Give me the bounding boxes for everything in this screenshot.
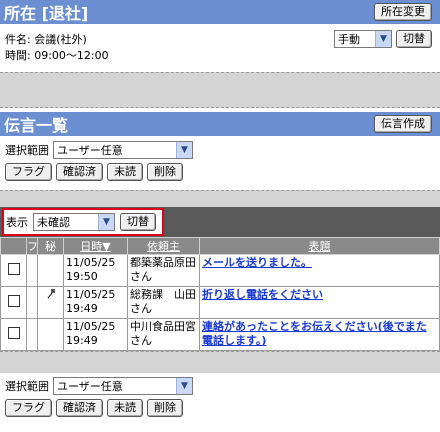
filter-highlight: 表示 未確認 ▼ 切替: [2, 208, 164, 236]
requester-column-header[interactable]: 依頼主: [127, 237, 200, 255]
table-row: 11/05/25 19:49 総務課 山田さん 折り返し電話をください: [0, 286, 440, 319]
row-requester-cell: 中川食品田宮さん: [127, 318, 200, 351]
bottom-confirmed-button[interactable]: 確認済: [56, 399, 103, 417]
filter-select-value: 未確認: [37, 216, 70, 229]
subject-label: 件名:: [5, 33, 31, 46]
requester-column-label: 依頼主: [147, 240, 180, 253]
mode-controls: 手動 ▼ 切替: [334, 30, 432, 48]
row-time: 19:49: [66, 334, 98, 347]
row-date-cell: 11/05/25 19:49: [63, 318, 128, 351]
delete-button[interactable]: 削除: [147, 163, 183, 181]
table-header: フ 秘 日時▼ 依頼主 表題: [0, 237, 440, 255]
subject-value: 会議(社外): [34, 33, 87, 46]
range-label: 選択範囲: [5, 144, 49, 157]
messages-actions: 選択範囲 ユーザー任意 ▼ フラグ 確認済 未読 削除: [0, 136, 440, 190]
row-requester-cell: 都築薬品原田さん: [127, 254, 200, 287]
change-status-button[interactable]: 所在変更: [374, 3, 432, 21]
chevron-down-icon: ▼: [176, 378, 192, 394]
bottom-range-row: 選択範囲 ユーザー任意 ▼: [5, 377, 435, 395]
chevron-down-icon: ▼: [176, 142, 192, 158]
row-checkbox[interactable]: [7, 327, 20, 339]
messages-header: 伝言一覧 伝言作成: [0, 112, 440, 136]
bottom-delete-button[interactable]: 削除: [147, 399, 183, 417]
chevron-down-icon: ▼: [98, 214, 114, 230]
row-date: 11/05/25: [66, 256, 116, 269]
table-row: 11/05/25 19:50 都築薬品原田さん メールを送りました。: [0, 254, 440, 287]
bottom-action-buttons: フラグ 確認済 未読 削除: [5, 399, 435, 417]
time-value: 09:00～12:00: [34, 49, 109, 62]
row-secret-cell: [37, 286, 64, 319]
filter-select[interactable]: 未確認 ▼: [33, 213, 115, 231]
pin-icon: [47, 289, 55, 299]
select-column-header: [0, 237, 27, 255]
bottom-unread-button[interactable]: 未読: [107, 399, 143, 417]
row-subject-cell: メールを送りました。: [199, 254, 440, 287]
row-date: 11/05/25: [66, 320, 116, 333]
row-subject-link[interactable]: メールを送りました。: [202, 256, 312, 269]
row-checkbox[interactable]: [7, 263, 20, 275]
filter-label: 表示: [6, 216, 28, 229]
row-flag-cell: [26, 254, 38, 287]
confirmed-button[interactable]: 確認済: [56, 163, 103, 181]
row-time: 19:50: [66, 270, 98, 283]
row-flag-cell: [26, 318, 38, 351]
row-subject-cell: 連絡があったことをお伝えください(後でまた 電話します。): [199, 318, 440, 351]
range-select[interactable]: ユーザー任意 ▼: [53, 141, 193, 159]
table-row: 11/05/25 19:49 中川食品田宮さん 連絡があったことをお伝えください(…: [0, 318, 440, 351]
row-secret-cell: [37, 254, 64, 287]
filter-bar: 表示 未確認 ▼ 切替: [0, 207, 440, 237]
separator: [0, 351, 440, 373]
row-requester-cell: 総務課 山田さん: [127, 286, 200, 319]
row-subject-link[interactable]: 折り返し電話をください: [202, 288, 323, 301]
row-date-cell: 11/05/25 19:49: [63, 286, 128, 319]
messages-title: 伝言一覧: [4, 116, 69, 135]
row-select-cell: [0, 286, 27, 319]
separator: [0, 72, 440, 108]
status-title: 所在 [退社]: [4, 4, 89, 23]
unread-button[interactable]: 未読: [107, 163, 143, 181]
subject-column-label: 表題: [308, 240, 331, 253]
time-label: 時間:: [5, 49, 31, 62]
chevron-down-icon: ▼: [375, 31, 391, 47]
message-table: フ 秘 日時▼ 依頼主 表題 11/05/25 19:50 都築薬品原田さん メー…: [0, 237, 440, 351]
flag-column-header[interactable]: フ: [26, 237, 38, 255]
separator: [0, 190, 440, 207]
row-select-cell: [0, 254, 27, 287]
create-message-button[interactable]: 伝言作成: [374, 115, 432, 133]
row-secret-cell: [37, 318, 64, 351]
flag-button[interactable]: フラグ: [5, 163, 52, 181]
status-panel: 件名: 会議(社外) 時間: 09:00～12:00 手動 ▼ 切替: [0, 24, 440, 72]
row-date: 11/05/25: [66, 288, 116, 301]
date-column-label: 日時▼: [80, 240, 111, 253]
row-checkbox[interactable]: [7, 295, 20, 307]
row-subject-link[interactable]: 連絡があったことをお伝えください(後でまた 電話します。): [202, 320, 427, 347]
filter-switch-button[interactable]: 切替: [120, 213, 156, 231]
bottom-range-select-value: ユーザー任意: [57, 380, 123, 393]
bottom-range-select[interactable]: ユーザー任意 ▼: [53, 377, 193, 395]
bottom-flag-button[interactable]: フラグ: [5, 399, 52, 417]
row-select-cell: [0, 318, 27, 351]
row-subject-cell: 折り返し電話をください: [199, 286, 440, 319]
row-date-cell: 11/05/25 19:50: [63, 254, 128, 287]
mode-select-value: 手動: [338, 33, 360, 46]
row-flag-cell: [26, 286, 38, 319]
row-time: 19:49: [66, 302, 98, 315]
action-buttons: フラグ 確認済 未読 削除: [5, 163, 435, 181]
time-line: 時間: 09:00～12:00: [5, 47, 435, 63]
secret-column-header[interactable]: 秘: [37, 237, 64, 255]
mode-switch-button[interactable]: 切替: [396, 30, 432, 48]
range-select-value: ユーザー任意: [57, 144, 123, 157]
bottom-range-label: 選択範囲: [5, 380, 49, 393]
status-header: 所在 [退社] 所在変更: [0, 0, 440, 24]
date-column-header[interactable]: 日時▼: [63, 237, 128, 255]
range-row: 選択範囲 ユーザー任意 ▼: [5, 141, 435, 159]
subject-column-header[interactable]: 表題: [199, 237, 440, 255]
mode-select[interactable]: 手動 ▼: [334, 30, 392, 48]
bottom-actions: 選択範囲 ユーザー任意 ▼ フラグ 確認済 未読 削除: [0, 373, 440, 420]
